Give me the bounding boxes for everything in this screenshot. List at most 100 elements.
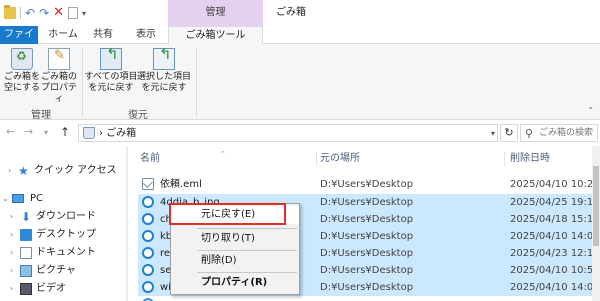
highlight-annotation-box xyxy=(169,203,286,225)
sort-chevron-icon: ⌃ xyxy=(220,150,226,158)
nav-item-quick-access[interactable]: › ★ クイック アクセス xyxy=(0,162,130,180)
menu-item-properties[interactable]: プロパティ(R) xyxy=(171,274,299,292)
download-arrow-icon: ⬇ xyxy=(20,210,32,224)
table-row[interactable]: ･･････････ xyxy=(138,168,600,175)
back-arrow-icon[interactable]: ← xyxy=(6,125,15,138)
refresh-button[interactable]: ↻ xyxy=(500,124,518,142)
nav-label: デスクトップ xyxy=(36,229,96,240)
forward-arrow-icon[interactable]: → xyxy=(24,125,33,138)
tab-view[interactable]: 表示 xyxy=(128,26,164,44)
star-icon: ★ xyxy=(18,164,29,178)
file-name: 依頼.eml xyxy=(160,179,202,190)
nav-label: ビデオ xyxy=(36,283,66,294)
recycle-bin-icon xyxy=(83,127,95,139)
restore-all-items-button[interactable]: すべての項目 を元に戻す xyxy=(84,48,138,94)
nav-item-documents[interactable]: › ドキュメント xyxy=(0,244,130,262)
column-header-location[interactable]: 元の場所 xyxy=(320,151,360,167)
contextual-tab-header: 管理 xyxy=(168,0,263,26)
deleted-date: 2025/04/10 10:59 xyxy=(510,265,600,276)
original-location: D:¥Users¥Desktop xyxy=(320,214,414,225)
collapse-chevron-icon[interactable]: ⌄ xyxy=(2,190,9,208)
toolbar-divider xyxy=(20,7,21,19)
nav-item-pictures[interactable]: › ピクチャ xyxy=(0,262,130,280)
original-location: D:¥Users¥Desktop xyxy=(320,282,414,293)
restore-selected-icon xyxy=(153,48,175,70)
email-file-icon xyxy=(142,178,154,190)
navigation-pane: › ★ クイック アクセス ⌄ PC › ⬇ ダウンロード › デスクトップ ›… xyxy=(0,146,130,301)
restore-all-icon xyxy=(100,48,122,70)
collapse-ribbon-chevron-up-icon[interactable]: ⌃ xyxy=(587,106,594,115)
tab-home[interactable]: ホーム xyxy=(44,26,82,44)
original-location: D:¥Users¥Desktop xyxy=(320,179,414,190)
expand-chevron-icon[interactable]: › xyxy=(10,262,13,280)
properties-icon xyxy=(48,48,70,70)
window-title: ごみ箱 xyxy=(276,7,306,18)
recent-locations-chevron-down-icon[interactable]: ▾ xyxy=(44,128,48,137)
search-placeholder: ごみ箱の検索 xyxy=(539,128,594,138)
table-row[interactable] xyxy=(138,296,600,301)
empty-recycle-bin-button[interactable]: ごみ箱を 空にする xyxy=(2,48,42,94)
menu-divider xyxy=(197,228,297,229)
expand-chevron-icon[interactable]: › xyxy=(10,226,13,244)
undo-icon[interactable]: ↶ xyxy=(25,7,35,19)
internet-shortcut-icon xyxy=(142,264,154,276)
nav-item-desktop[interactable]: › デスクトップ xyxy=(0,226,130,244)
search-icon: ⚲ xyxy=(525,127,534,140)
internet-shortcut-icon xyxy=(142,230,154,242)
menu-item-delete[interactable]: 削除(D) xyxy=(171,252,299,270)
tab-recycle-bin-tools[interactable]: ごみ箱ツール xyxy=(168,26,263,45)
expand-chevron-icon[interactable]: › xyxy=(10,208,13,226)
ribbon-tabs: ファイル ホーム 共有 表示 ごみ箱ツール xyxy=(0,26,600,57)
group-divider xyxy=(82,48,83,116)
nav-label: クイック アクセス xyxy=(34,165,117,176)
nav-label: ドキュメント xyxy=(36,247,96,258)
table-row[interactable]: 依頼.eml D:¥Users¥Desktop 2025/04/10 10:27 xyxy=(138,176,600,193)
column-divider[interactable] xyxy=(316,152,317,166)
ribbon: ごみ箱を 空にする ごみ箱の プロパティ 管理 すべての項目 を元に戻す 選択し… xyxy=(0,44,600,121)
delete-icon[interactable]: ✕ xyxy=(53,6,64,19)
group-label-manage: 管理 xyxy=(31,110,51,121)
menu-divider xyxy=(197,272,297,273)
recycle-bin-properties-button[interactable]: ごみ箱の プロパティ xyxy=(38,48,80,105)
expand-chevron-icon[interactable]: › xyxy=(10,280,13,298)
deleted-date: 2025/04/10 10:27 xyxy=(510,179,600,190)
document-icon xyxy=(20,247,32,259)
nav-item-videos[interactable]: › ビデオ xyxy=(0,280,130,298)
expand-chevron-icon[interactable]: › xyxy=(8,162,11,180)
column-header-label: 名前 xyxy=(140,153,160,164)
up-arrow-icon[interactable]: ↑ xyxy=(60,125,70,139)
new-item-icon[interactable] xyxy=(68,7,79,19)
computer-icon xyxy=(12,194,24,203)
redo-icon[interactable]: ↷ xyxy=(39,7,49,19)
column-header-deleted[interactable]: 削除日時 xyxy=(510,151,550,167)
empty-recycle-bin-label: ごみ箱を 空にする xyxy=(3,72,41,93)
column-header-label: 削除日時 xyxy=(510,153,550,164)
nav-label: ダウンロード xyxy=(36,211,96,222)
column-header-name[interactable]: 名前 xyxy=(140,151,160,167)
internet-shortcut-icon xyxy=(142,213,154,225)
nav-label: ピクチャ xyxy=(36,265,76,276)
menu-item-cut[interactable]: 切り取り(T) xyxy=(171,230,299,248)
address-bar[interactable]: › ごみ箱 ▾ xyxy=(78,124,498,142)
title-bar: ↶ ↷ ✕ ▾ 管理 ごみ箱 xyxy=(0,0,600,26)
nav-item-pc[interactable]: ⌄ PC xyxy=(0,190,130,208)
recycle-bin-properties-label: ごみ箱の プロパティ xyxy=(40,72,77,104)
column-header-label: 元の場所 xyxy=(320,153,360,164)
scrollbar-thumb[interactable] xyxy=(593,166,599,246)
tab-share[interactable]: 共有 xyxy=(86,26,120,44)
tab-file[interactable]: ファイル xyxy=(0,26,38,57)
restore-all-items-label: すべての項目 を元に戻す xyxy=(84,72,138,93)
file-name-partial: ･･････････ xyxy=(160,168,308,175)
column-divider[interactable] xyxy=(504,152,505,166)
nav-item-downloads[interactable]: › ⬇ ダウンロード xyxy=(0,208,130,226)
internet-shortcut-icon xyxy=(142,247,154,259)
customize-toolbar-chevron-down-icon[interactable]: ▾ xyxy=(82,9,86,18)
breadcrumb[interactable]: › ごみ箱 xyxy=(99,126,136,141)
file-list-scrollbar[interactable] xyxy=(592,146,600,301)
expand-chevron-icon[interactable]: › xyxy=(10,244,13,262)
nav-pane-scrollbar[interactable] xyxy=(126,146,128,301)
address-history-chevron-down-icon[interactable]: ▾ xyxy=(491,126,495,141)
internet-shortcut-icon xyxy=(142,281,154,293)
restore-selected-items-button[interactable]: 選択した項目 を元に戻す xyxy=(136,48,192,94)
search-box[interactable]: ⚲ ごみ箱の検索 xyxy=(520,124,598,142)
